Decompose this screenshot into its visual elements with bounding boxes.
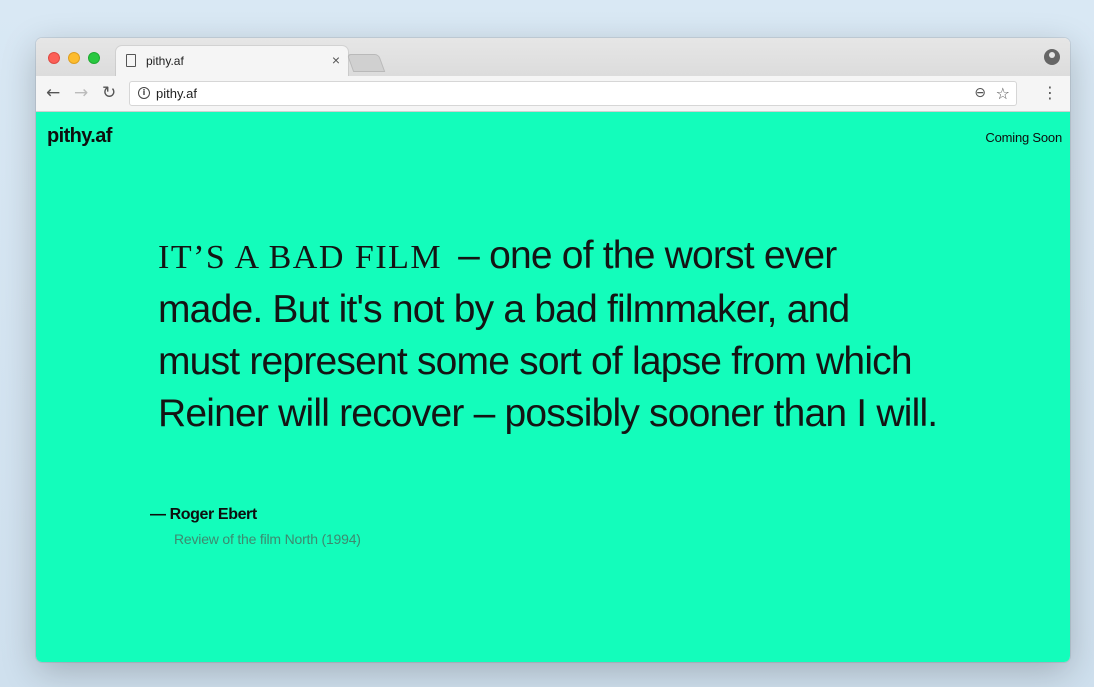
site-logo[interactable]: pithy.af bbox=[47, 125, 112, 148]
browser-tab[interactable]: pithy.af × bbox=[116, 46, 348, 76]
new-tab-button[interactable] bbox=[346, 54, 386, 72]
page-content: pithy.af Coming Soon IT’S A BAD FILM – o… bbox=[36, 112, 1070, 662]
browser-window: pithy.af × ← → ↻ i pithy.af ⊖ ☆ ⋮ pithy.… bbox=[36, 38, 1070, 662]
address-bar[interactable]: i pithy.af ⊖ ☆ bbox=[129, 81, 1017, 106]
coming-soon-link[interactable]: Coming Soon bbox=[985, 130, 1062, 145]
tab-strip: pithy.af × bbox=[36, 38, 1070, 76]
tab-title: pithy.af bbox=[146, 54, 184, 68]
star-icon[interactable]: ☆ bbox=[996, 84, 1010, 103]
back-arrow-icon[interactable]: ← bbox=[46, 83, 60, 103]
minimize-window-button[interactable] bbox=[68, 52, 80, 64]
zoom-window-button[interactable] bbox=[88, 52, 100, 64]
forward-arrow-icon[interactable]: → bbox=[74, 83, 88, 103]
reload-icon[interactable]: ↻ bbox=[102, 83, 116, 103]
page-icon bbox=[126, 54, 136, 67]
quote-block: IT’S A BAD FILM – one of the worst ever … bbox=[158, 230, 938, 440]
close-window-button[interactable] bbox=[48, 52, 60, 64]
profile-icon[interactable] bbox=[1044, 49, 1060, 65]
zoom-icon[interactable]: ⊖ bbox=[974, 85, 986, 101]
kebab-menu-icon[interactable]: ⋮ bbox=[1042, 84, 1058, 102]
quote-author: — Roger Ebert bbox=[150, 506, 257, 523]
close-tab-icon[interactable]: × bbox=[332, 52, 340, 68]
quote-source: Review of the film North (1994) bbox=[174, 531, 361, 547]
attribution: — Roger Ebert Review of the film North (… bbox=[150, 506, 361, 547]
info-icon[interactable]: i bbox=[138, 87, 150, 99]
browser-toolbar: ← → ↻ i pithy.af ⊖ ☆ ⋮ bbox=[36, 76, 1070, 112]
url-text[interactable]: pithy.af bbox=[156, 86, 197, 101]
quote-lead: IT’S A BAD FILM bbox=[158, 239, 443, 276]
